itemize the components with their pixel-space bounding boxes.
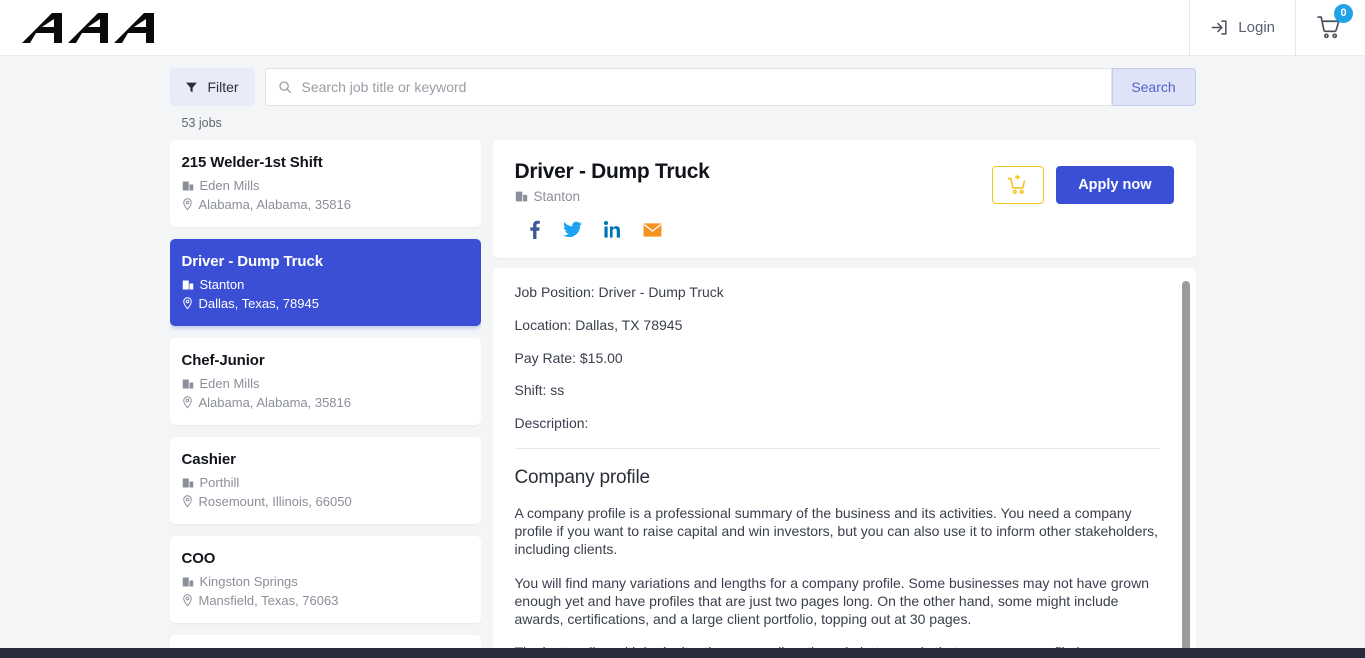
brand-logo[interactable] (0, 11, 160, 45)
section-divider (514, 447, 1160, 449)
job-company: Eden Mills (182, 376, 465, 391)
job-detail-panel: Driver - Dump Truck Stanton Apply now Jo… (492, 140, 1196, 652)
job-company-label: Eden Mills (199, 376, 260, 391)
job-fact-shift: Shift: ss (514, 382, 565, 399)
email-share-button[interactable] (643, 222, 662, 240)
location-pin-icon (182, 495, 192, 508)
job-location-label: Rosemount, Illinois, 66050 (198, 494, 352, 509)
building-icon (182, 577, 193, 586)
job-list-item[interactable]: Chef-Junior Eden Mills Alabama, Alabama,… (169, 338, 481, 425)
job-company-label: Kingston Springs (199, 574, 298, 589)
job-fact-description: Description: (514, 415, 589, 432)
job-location-label: Mansfield, Texas, 76063 (198, 593, 339, 608)
job-location-label: Dallas, Texas, 78945 (198, 296, 319, 311)
location-pin-icon (182, 297, 192, 310)
building-icon (182, 280, 193, 289)
filter-label: Filter (207, 79, 239, 95)
cart-plus-icon (1007, 174, 1026, 195)
add-to-cart-button[interactable] (992, 166, 1045, 204)
job-company: Kingston Springs (182, 574, 465, 589)
job-location: Rosemount, Illinois, 66050 (182, 494, 465, 509)
job-location-label: Alabama, Alabama, 35816 (198, 197, 352, 212)
twitter-share-button[interactable] (562, 221, 582, 241)
job-list-item[interactable]: COO Kingston Springs Mansfield, Texas, 7… (169, 536, 481, 623)
job-count-label: 53 jobs (181, 116, 222, 130)
top-navigation-bar: Login 0 (0, 0, 1365, 56)
twitter-icon (562, 221, 582, 238)
cart-button[interactable]: 0 (1295, 0, 1365, 56)
location-pin-icon (182, 198, 192, 211)
search-input[interactable] (301, 79, 1099, 95)
job-location: Alabama, Alabama, 35816 (182, 395, 465, 410)
company-profile-paragraph-1: A company profile is a professional summ… (514, 504, 1159, 557)
linkedin-share-button[interactable] (603, 221, 621, 241)
cart-count-badge: 0 (1334, 3, 1353, 23)
job-detail-headings: Driver - Dump Truck Stanton (515, 160, 710, 242)
company-profile-paragraph-2: You will find many variations and length… (514, 574, 1150, 627)
job-detail-content: Job Position: Driver - Dump Truck Locati… (503, 284, 1168, 652)
job-detail-body: Job Position: Driver - Dump Truck Locati… (492, 268, 1196, 652)
job-title: Cashier (181, 451, 236, 468)
social-share-row (515, 220, 710, 242)
detail-scrollbar-thumb[interactable] (1181, 281, 1190, 652)
job-list-item-selected[interactable]: Driver - Dump Truck Stanton Dallas, Texa… (169, 239, 481, 326)
magnifier-icon (278, 81, 291, 93)
job-company: Stanton (182, 277, 465, 292)
job-location: Mansfield, Texas, 76063 (182, 593, 465, 608)
location-pin-icon (182, 396, 192, 409)
job-list-item[interactable]: 215 Welder-1st Shift Eden Mills Alabama,… (169, 140, 481, 227)
search-toolbar: Filter Search (169, 68, 1196, 106)
job-title: Driver - Dump Truck (181, 253, 324, 270)
job-fact-position: Job Position: Driver - Dump Truck (514, 284, 724, 300)
job-detail-title: Driver - Dump Truck (514, 160, 710, 183)
funnel-icon (186, 82, 198, 92)
login-label: Login (1238, 19, 1275, 36)
apply-now-button[interactable]: Apply now (1056, 166, 1174, 204)
facebook-icon (529, 220, 540, 239)
job-list-item[interactable]: Cashier Porthill Rosemount, Illinois, 66… (169, 437, 481, 524)
job-company-label: Porthill (199, 475, 240, 490)
filter-button[interactable]: Filter (169, 68, 255, 106)
login-button[interactable]: Login (1189, 0, 1295, 56)
nav-right-group: Login 0 (1189, 0, 1365, 56)
login-arrow-icon (1211, 20, 1227, 35)
job-company: Eden Mills (182, 178, 465, 193)
job-title: 215 Welder-1st Shift (181, 154, 323, 171)
job-detail-company-label: Stanton (533, 189, 581, 204)
page-container: Filter Search 53 jobs 215 Welder-1st Shi… (169, 56, 1196, 652)
job-title: COO (181, 550, 216, 567)
location-pin-icon (182, 594, 192, 607)
job-location: Dallas, Texas, 78945 (182, 296, 465, 311)
building-icon (515, 191, 527, 202)
job-location: Alabama, Alabama, 35816 (182, 197, 465, 212)
job-detail-header: Driver - Dump Truck Stanton Apply now (492, 140, 1196, 258)
job-fact-pay-rate: Pay Rate: $15.00 (514, 349, 623, 366)
job-list[interactable]: 215 Welder-1st Shift Eden Mills Alabama,… (169, 140, 481, 652)
company-profile-heading: Company profile (514, 466, 651, 488)
job-detail-actions: Apply now (992, 160, 1174, 204)
job-company-label: Eden Mills (199, 178, 260, 193)
job-detail-company: Stanton (515, 189, 710, 204)
aaa-logo-icon (22, 12, 154, 43)
page-footer-bar (0, 648, 1365, 658)
search-field-wrapper (264, 68, 1112, 106)
search-button[interactable]: Search (1111, 68, 1196, 106)
job-company: Porthill (182, 475, 465, 490)
building-icon (182, 181, 193, 190)
linkedin-icon (603, 221, 620, 238)
job-company-label: Stanton (199, 277, 245, 292)
email-icon (643, 222, 661, 237)
building-icon (182, 379, 193, 388)
building-icon (182, 478, 193, 487)
job-location-label: Alabama, Alabama, 35816 (198, 395, 352, 410)
job-title: Chef-Junior (181, 352, 265, 369)
main-content: 215 Welder-1st Shift Eden Mills Alabama,… (169, 140, 1196, 652)
facebook-share-button[interactable] (529, 220, 541, 242)
job-fact-location: Location: Dallas, TX 78945 (514, 316, 683, 333)
